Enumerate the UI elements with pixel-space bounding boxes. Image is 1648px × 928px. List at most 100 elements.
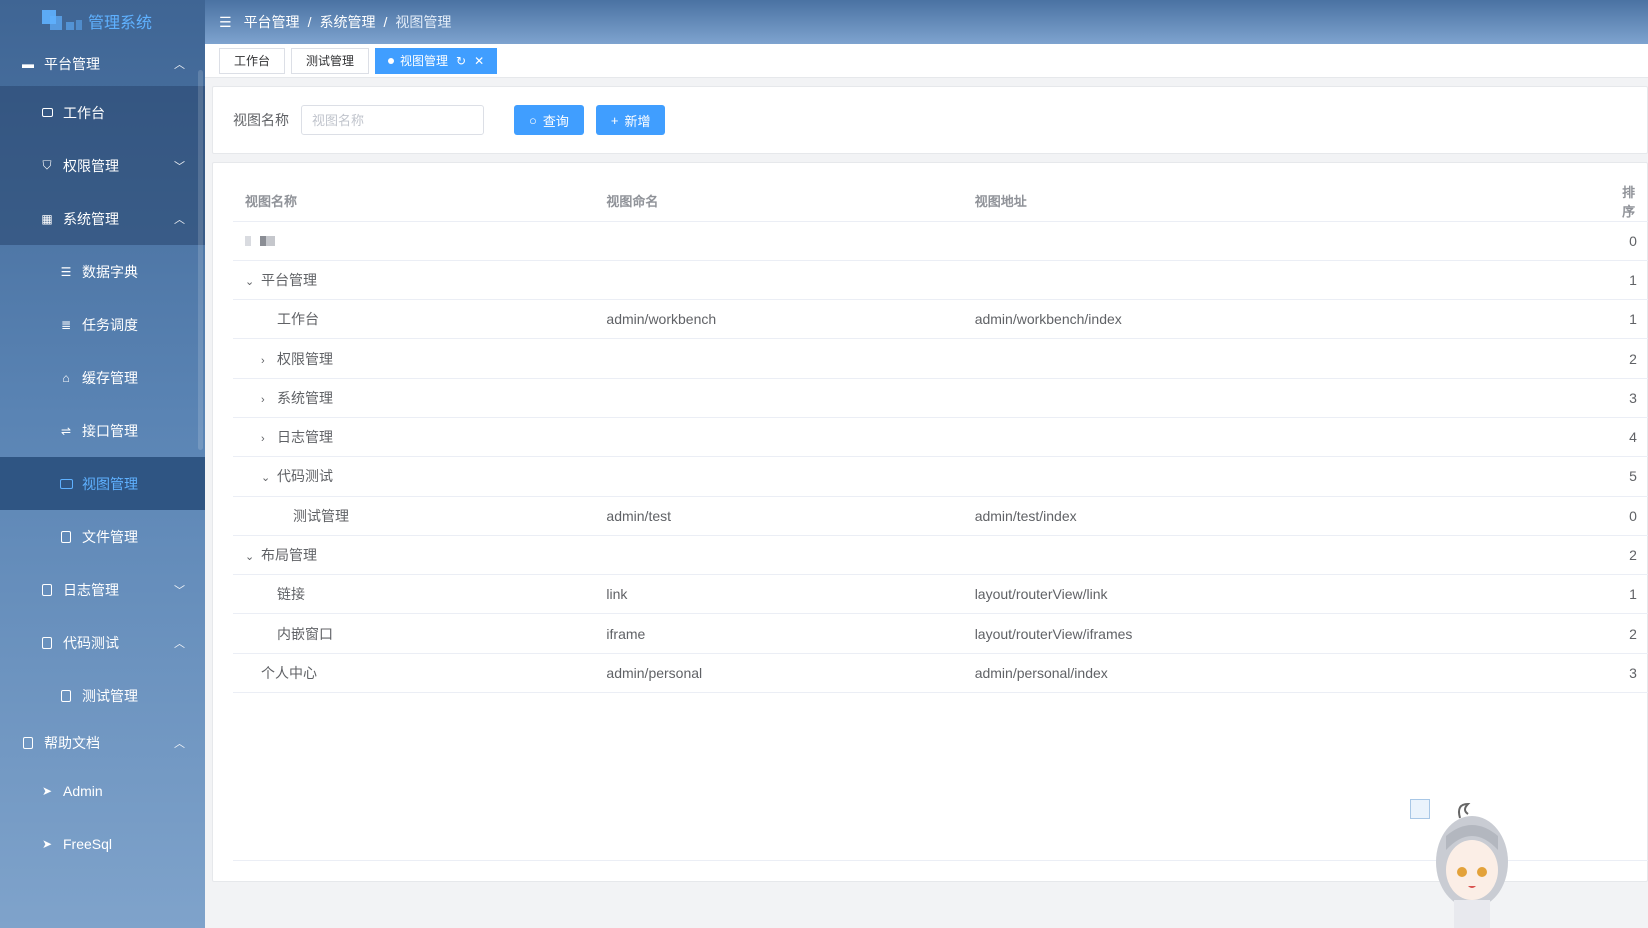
app-logo[interactable]: 管理系统 <box>0 0 205 42</box>
sidebar-item-label: 任务调度 <box>82 316 138 333</box>
row-name: 个人中心 <box>261 664 317 681</box>
sidebar-item-label: 数据字典 <box>82 263 138 280</box>
row-name-cell: 测试管理 <box>233 496 595 536</box>
row-alias: link <box>594 574 963 615</box>
chevron-right-icon[interactable]: › <box>261 355 277 367</box>
table-row[interactable]: 工作台 admin/workbench admin/workbench/index 1 <box>233 299 1648 340</box>
row-sort: 3 <box>1350 378 1648 418</box>
row-path <box>962 535 1351 576</box>
row-name-cell: 工作台 <box>233 299 595 340</box>
row-name: 日志管理 <box>277 429 333 446</box>
chevron-right-icon[interactable]: › <box>261 433 277 445</box>
search-card: 视图名称 ○ 查询 + 新增 <box>212 86 1648 154</box>
sidebar-item-api[interactable]: ⇌ 接口管理 <box>0 404 205 457</box>
row-name-cell: › 权限管理 <box>233 338 595 379</box>
breadcrumb-item[interactable]: 平台管理 <box>244 12 300 32</box>
tab-view[interactable]: 视图管理 ↻ ✕ <box>375 47 498 74</box>
query-button-label: 查询 <box>542 113 569 129</box>
placeholder-icon <box>245 235 275 246</box>
add-button[interactable]: + 新增 <box>595 105 666 135</box>
table-row[interactable]: › 日志管理 4 <box>233 417 1648 458</box>
view-icon <box>58 476 74 492</box>
row-sort: 0 <box>1350 221 1648 261</box>
refresh-icon[interactable]: ↻ <box>456 54 466 68</box>
row-name: 系统管理 <box>277 389 333 406</box>
row-path <box>962 221 1351 261</box>
sidebar-item-dictionary[interactable]: ☰ 数据字典 <box>0 245 205 298</box>
tab-test[interactable]: 测试管理 <box>291 47 370 74</box>
breadcrumb-item[interactable]: 系统管理 <box>319 12 375 32</box>
sidebar-item-code[interactable]: 代码测试 ︿ <box>0 616 205 669</box>
row-sort: 3 <box>1350 653 1648 694</box>
database-icon: ☰ <box>60 264 72 279</box>
sidebar-item-log[interactable]: 日志管理 ﹀ <box>0 563 205 616</box>
sidebar-item-schedule[interactable]: ≣ 任务调度 <box>0 298 205 351</box>
close-icon[interactable]: ✕ <box>474 54 484 68</box>
table-row[interactable]: › 权限管理 2 <box>233 338 1648 379</box>
sidebar-scrollbar[interactable] <box>198 70 203 450</box>
sidebar-item-freesql[interactable]: ➤ FreeSql <box>0 817 205 870</box>
chevron-down-icon[interactable]: ⌄ <box>245 550 261 563</box>
table-row[interactable]: 链接 link layout/routerView/link 1 <box>233 574 1648 615</box>
table-row[interactable]: ⌄ 平台管理 1 <box>233 260 1648 301</box>
menu-toggle-icon[interactable]: ☰ <box>219 14 232 31</box>
sidebar-item-view[interactable]: 视图管理 <box>0 457 205 510</box>
tab-label: 测试管理 <box>306 54 355 68</box>
sidebar-item-system[interactable]: ▦ 系统管理 ︿ <box>0 192 205 245</box>
mascot-image <box>1436 802 1508 928</box>
row-name: 权限管理 <box>277 350 333 367</box>
tab-label: 工作台 <box>234 54 271 68</box>
chevron-down-icon[interactable]: ⌄ <box>261 471 277 484</box>
sidebar-item-cache[interactable]: ⌂ 缓存管理 <box>0 351 205 404</box>
row-path <box>962 378 1351 418</box>
sidebar-item-help[interactable]: 帮助文档 ︿ <box>0 722 205 764</box>
breadcrumb-separator: / <box>307 14 312 30</box>
top-header: ☰ 平台管理 / 系统管理 / 视图管理 <box>205 0 1648 44</box>
column-header: 视图名称 <box>233 181 595 222</box>
sidebar-item-label: Admin <box>63 782 103 799</box>
table-row[interactable]: › 系统管理 3 <box>233 378 1648 418</box>
sidebar-item-permission[interactable]: ⛉ 权限管理 ﹀ <box>0 139 205 192</box>
view-name-input[interactable] <box>301 105 484 135</box>
chevron-down-icon[interactable]: ⌄ <box>245 275 261 288</box>
plus-icon: + <box>610 112 619 128</box>
sidebar-item-admin[interactable]: ➤ Admin <box>0 764 205 817</box>
sidebar-item-label: 权限管理 <box>63 157 119 174</box>
tab-workbench[interactable]: 工作台 <box>219 47 286 74</box>
row-name: 代码测试 <box>277 468 333 485</box>
row-sort: 2 <box>1350 338 1648 379</box>
sidebar-item-workbench[interactable]: 工作台 <box>0 86 205 139</box>
row-path <box>962 456 1351 497</box>
send-icon: ➤ <box>41 783 53 798</box>
active-dot-icon <box>388 57 395 64</box>
broken-image-icon <box>1410 799 1430 819</box>
test-icon <box>58 688 74 704</box>
row-name-cell: 内嵌窗口 <box>233 613 595 654</box>
row-name: 平台管理 <box>261 271 317 288</box>
windows-icon: ▦ <box>41 211 53 226</box>
chevron-right-icon[interactable]: › <box>261 394 277 406</box>
sidebar-item-label: 系统管理 <box>63 210 119 227</box>
logo-icon <box>42 10 82 32</box>
row-path: layout/routerView/link <box>962 574 1351 615</box>
log-icon <box>39 582 55 598</box>
query-button[interactable]: ○ 查询 <box>514 105 584 135</box>
sidebar-item-file[interactable]: 文件管理 <box>0 510 205 563</box>
monitor-icon: ▬ <box>22 57 34 71</box>
table-row[interactable]: ⌄ 代码测试 5 <box>233 456 1648 497</box>
table-row[interactable]: 个人中心 admin/personal admin/personal/index 3 <box>233 653 1648 694</box>
sidebar-item-platform[interactable]: ▬ 平台管理 ︿ <box>0 42 205 86</box>
sidebar-item-label: 工作台 <box>63 104 105 121</box>
table-row[interactable]: 测试管理 admin/test admin/test/index 0 <box>233 496 1648 536</box>
add-button-label: 新增 <box>624 113 651 129</box>
sidebar-item-test[interactable]: 测试管理 <box>0 669 205 722</box>
search-label: 视图名称 <box>233 112 289 128</box>
row-alias <box>594 535 963 576</box>
table-row[interactable]: 0 <box>233 221 1648 261</box>
row-name-cell: 个人中心 <box>233 653 595 694</box>
table-row[interactable]: 内嵌窗口 iframe layout/routerView/iframes 2 <box>233 613 1648 654</box>
table-row[interactable]: ⌄ 布局管理 2 <box>233 535 1648 576</box>
row-alias <box>594 221 963 261</box>
row-name-cell: ⌄ 平台管理 <box>233 260 595 301</box>
sidebar-item-label: 视图管理 <box>82 475 138 492</box>
